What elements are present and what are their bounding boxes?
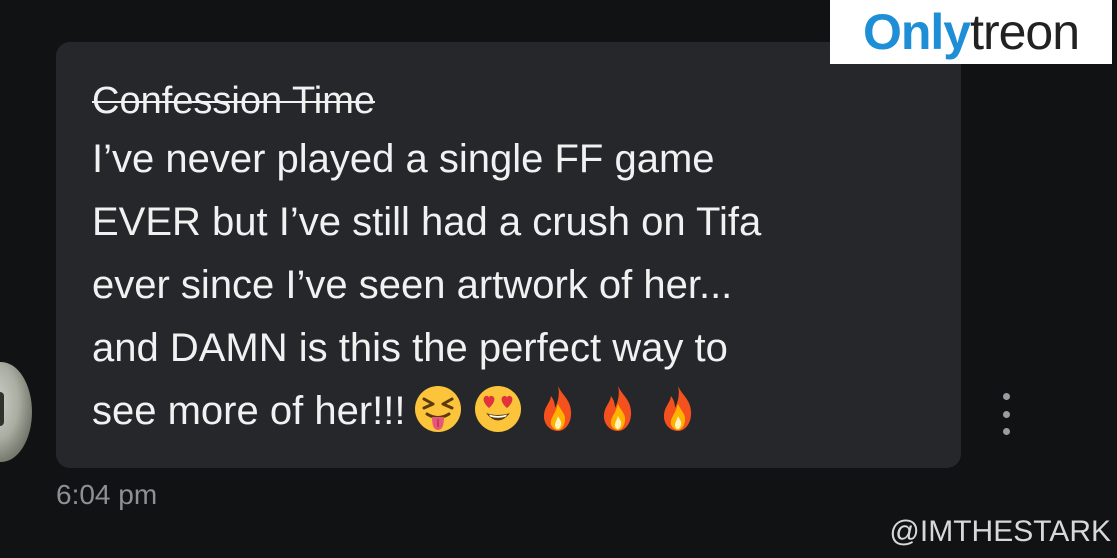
message-line: I’ve never played a single FF game: [92, 137, 715, 181]
smiling-face-with-heart-eyes-icon: [475, 386, 522, 433]
watermark-logo: Only treon: [830, 0, 1112, 64]
squinting-face-with-tongue-icon: [415, 386, 462, 433]
more-options-button[interactable]: [992, 393, 1020, 435]
message-line: EVER but I’ve still had a crush on Tifa: [92, 200, 762, 244]
message-line-text: see more of her!!!: [92, 389, 406, 433]
message-line-last: see more of her!!!: [92, 380, 912, 443]
watermark-logo-part1: Only: [862, 4, 971, 60]
message-timestamp: 6:04 pm: [56, 479, 158, 510]
message-line: ever since I’ve seen artwork of her...: [92, 263, 733, 307]
more-dot: [1002, 428, 1010, 435]
fire-icon: [664, 386, 692, 432]
watermark-logo-part2: treon: [970, 4, 1080, 60]
sender-avatar[interactable]: [0, 362, 32, 462]
more-dot: [1002, 393, 1010, 400]
message-text: Confession Time I’ve never played a sing…: [92, 74, 912, 443]
fire-icon: [544, 386, 572, 432]
message-title: Confession Time: [92, 80, 376, 122]
more-dot: [1002, 410, 1010, 418]
message-line: and DAMN is this the perfect way to: [92, 326, 728, 370]
watermark-handle: @IMTHESTARK: [889, 515, 1111, 548]
fire-icon: [604, 386, 632, 432]
emoji-row: [413, 384, 703, 434]
message-bubble: Confession Time I’ve never played a sing…: [56, 42, 961, 468]
